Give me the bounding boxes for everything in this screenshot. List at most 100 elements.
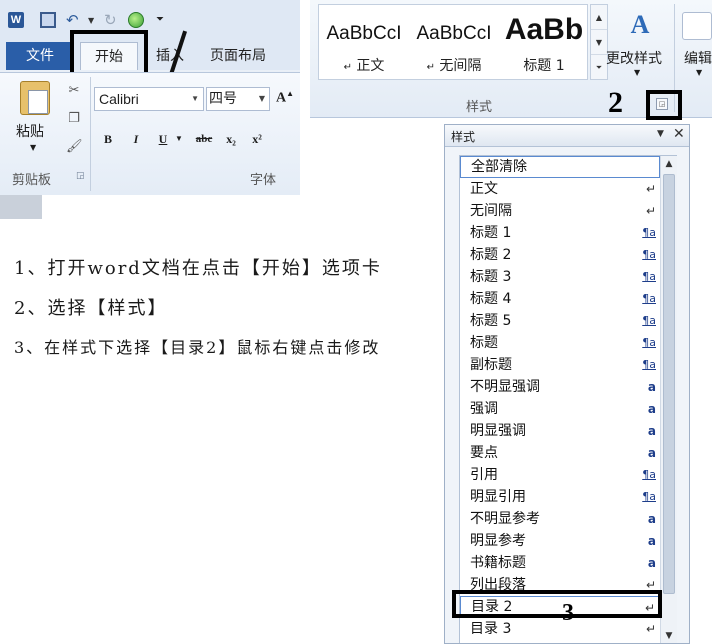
copy-icon[interactable]: ❐: [66, 111, 82, 127]
chevron-down-icon[interactable]: ▼: [591, 30, 607, 55]
instruction-step: 2、选择【样式】: [14, 298, 168, 319]
style-sample: AaBb: [504, 13, 584, 46]
redo-icon[interactable]: ↻: [104, 12, 120, 28]
paste-button[interactable]: 粘贴: [16, 121, 44, 141]
close-icon[interactable]: ✕: [673, 126, 685, 142]
ribbon-home-crop: W ↶ ▼ ↻ ⏷ 文件 开始 插入 页面布局 粘贴 ▼ ✂ ❐ 🖌 剪贴板 ◲…: [0, 0, 300, 195]
clipboard-launcher-icon[interactable]: ◲: [76, 171, 85, 181]
style-list-item[interactable]: 引用 ¶a: [460, 464, 660, 486]
paragraph-style-icon: ↵: [645, 622, 656, 636]
linked-style-icon: ¶a: [642, 468, 656, 481]
tab-insert[interactable]: 插入: [150, 42, 190, 70]
style-list-item[interactable]: 不明显参考 a: [460, 508, 660, 530]
style-list-item[interactable]: 标题 3 ¶a: [460, 266, 660, 288]
style-list-item-label: 标题: [470, 335, 498, 351]
paste-dropdown-icon[interactable]: ▼: [30, 143, 36, 152]
style-list-item[interactable]: 目录 3 ↵: [460, 618, 660, 640]
styles-pane: 样式 ▼ ✕ ▲ ▼ 全部清除 正文 ↵ 无间隔 ↵ 标题 1 ¶a 标题 2 ¶a 标题 3 ¶a…: [444, 124, 690, 644]
annotation-box-styles-launcher: [646, 90, 682, 120]
style-sample: AaBbCcI: [326, 23, 402, 44]
chevron-down-icon[interactable]: ▼: [634, 68, 640, 77]
style-list-item[interactable]: 明显强调 a: [460, 420, 660, 442]
binoculars-icon[interactable]: [682, 12, 712, 40]
style-name: ↵ 正文: [319, 55, 409, 75]
undo-icon[interactable]: ↶: [66, 12, 82, 28]
style-list-item-label: 明显引用: [470, 489, 526, 505]
tab-page-layout[interactable]: 页面布局: [202, 42, 274, 70]
character-style-icon: a: [647, 380, 656, 394]
paragraph-style-icon: ↵: [645, 182, 656, 196]
customize-icon[interactable]: ⏷: [156, 12, 172, 28]
paragraph-style-icon: ↵: [645, 204, 656, 218]
style-list-item[interactable]: 明显参考 a: [460, 530, 660, 552]
more-icon[interactable]: ⏷: [591, 55, 607, 80]
chevron-down-icon[interactable]: ▼: [191, 88, 199, 110]
style-list-item-label: 标题 5: [470, 313, 512, 329]
style-list-item[interactable]: 副标题 ¶a: [460, 354, 660, 376]
clipboard-icon[interactable]: [20, 81, 50, 115]
style-list-item[interactable]: 无间隔 ↵: [460, 200, 660, 222]
instruction-step: 1、打开word文档在点击【开始】选项卡: [14, 258, 382, 279]
bold-button[interactable]: B: [100, 129, 116, 149]
undo-dropdown-icon[interactable]: ▼: [88, 16, 94, 25]
format-painter-icon[interactable]: 🖌: [66, 139, 83, 155]
change-styles-icon[interactable]: A: [622, 10, 658, 40]
style-list-item-label: 目录 3: [470, 621, 512, 637]
save-icon[interactable]: [40, 12, 56, 28]
annotation-box-toc2: [452, 590, 662, 618]
scroll-thumb[interactable]: [663, 174, 675, 594]
style-sample: AaBbCcI: [416, 23, 492, 44]
style-list-item[interactable]: 标题 ¶a: [460, 332, 660, 354]
style-list-item[interactable]: 全部清除: [460, 156, 660, 178]
character-style-icon: a: [647, 402, 656, 416]
gallery-scroller[interactable]: ▲ ▼ ⏷: [590, 4, 608, 80]
pane-options-icon[interactable]: ▼: [657, 129, 664, 139]
chevron-down-icon[interactable]: ▼: [259, 88, 265, 110]
style-list-item[interactable]: 强调 a: [460, 398, 660, 420]
character-style-icon: a: [647, 424, 656, 438]
style-list-item[interactable]: 要点 a: [460, 442, 660, 464]
change-styles-button[interactable]: 更改样式: [606, 48, 662, 68]
cut-icon[interactable]: ✂: [66, 83, 82, 99]
style-name-text: 无间隔: [439, 58, 482, 74]
editing-button[interactable]: 编辑: [684, 48, 712, 68]
italic-button[interactable]: I: [128, 129, 144, 149]
style-list-item-label: 引用: [470, 467, 498, 483]
styles-group-label: 样式: [466, 100, 493, 115]
grow-font-button[interactable]: A▲: [276, 89, 294, 107]
style-tile-heading-1[interactable]: AaBb 标题 1: [499, 5, 589, 81]
styles-list-scrollbar[interactable]: ▲ ▼: [660, 156, 677, 643]
font-name-combo[interactable]: Calibri ▼: [94, 87, 204, 111]
clipboard-group-label: 剪贴板: [12, 173, 52, 188]
linked-style-icon: ¶a: [642, 358, 656, 371]
linked-style-icon: ¶a: [642, 270, 656, 283]
style-list-item[interactable]: 明显引用 ¶a: [460, 486, 660, 508]
underline-button[interactable]: U: [154, 129, 172, 149]
style-list-item-label: 副标题: [470, 357, 512, 373]
tab-file[interactable]: 文件: [6, 42, 74, 70]
chevron-down-icon[interactable]: ▼: [696, 68, 702, 77]
superscript-button[interactable]: x²: [248, 129, 266, 149]
style-tile-normal[interactable]: AaBbCcI ↵ 正文: [319, 5, 409, 81]
subscript-button[interactable]: x₂: [222, 129, 240, 149]
style-list-item[interactable]: 书籍标题 a: [460, 552, 660, 574]
style-list-item[interactable]: 标题 4 ¶a: [460, 288, 660, 310]
style-list-item[interactable]: 正文 ↵: [460, 178, 660, 200]
chevron-down-icon[interactable]: ▼: [661, 628, 677, 643]
style-list-item[interactable]: 不明显强调 a: [460, 376, 660, 398]
style-list-item-label: 无间隔: [470, 203, 512, 219]
circle-icon[interactable]: [128, 12, 144, 28]
style-list-item[interactable]: 标题 2 ¶a: [460, 244, 660, 266]
quick-access-toolbar: W ↶ ▼ ↻ ⏷: [0, 0, 300, 40]
style-list-item[interactable]: 标题 5 ¶a: [460, 310, 660, 332]
strikethrough-button[interactable]: abc: [192, 129, 216, 149]
font-size-value: 四号: [209, 91, 237, 107]
chevron-up-icon[interactable]: ▲: [661, 156, 677, 172]
instruction-steps: 1、打开word文档在点击【开始】选项卡 2、选择【样式】 3、在样式下选择【目…: [14, 254, 434, 375]
font-size-combo[interactable]: 四号 ▼: [206, 87, 270, 111]
style-tile-no-spacing[interactable]: AaBbCcI ↵ 无间隔: [409, 5, 499, 81]
style-list-item[interactable]: 标题 1 ¶a: [460, 222, 660, 244]
font-name-value: Calibri: [99, 91, 139, 107]
underline-dropdown-icon[interactable]: ▼: [174, 129, 184, 149]
chevron-up-icon[interactable]: ▲: [591, 5, 607, 30]
